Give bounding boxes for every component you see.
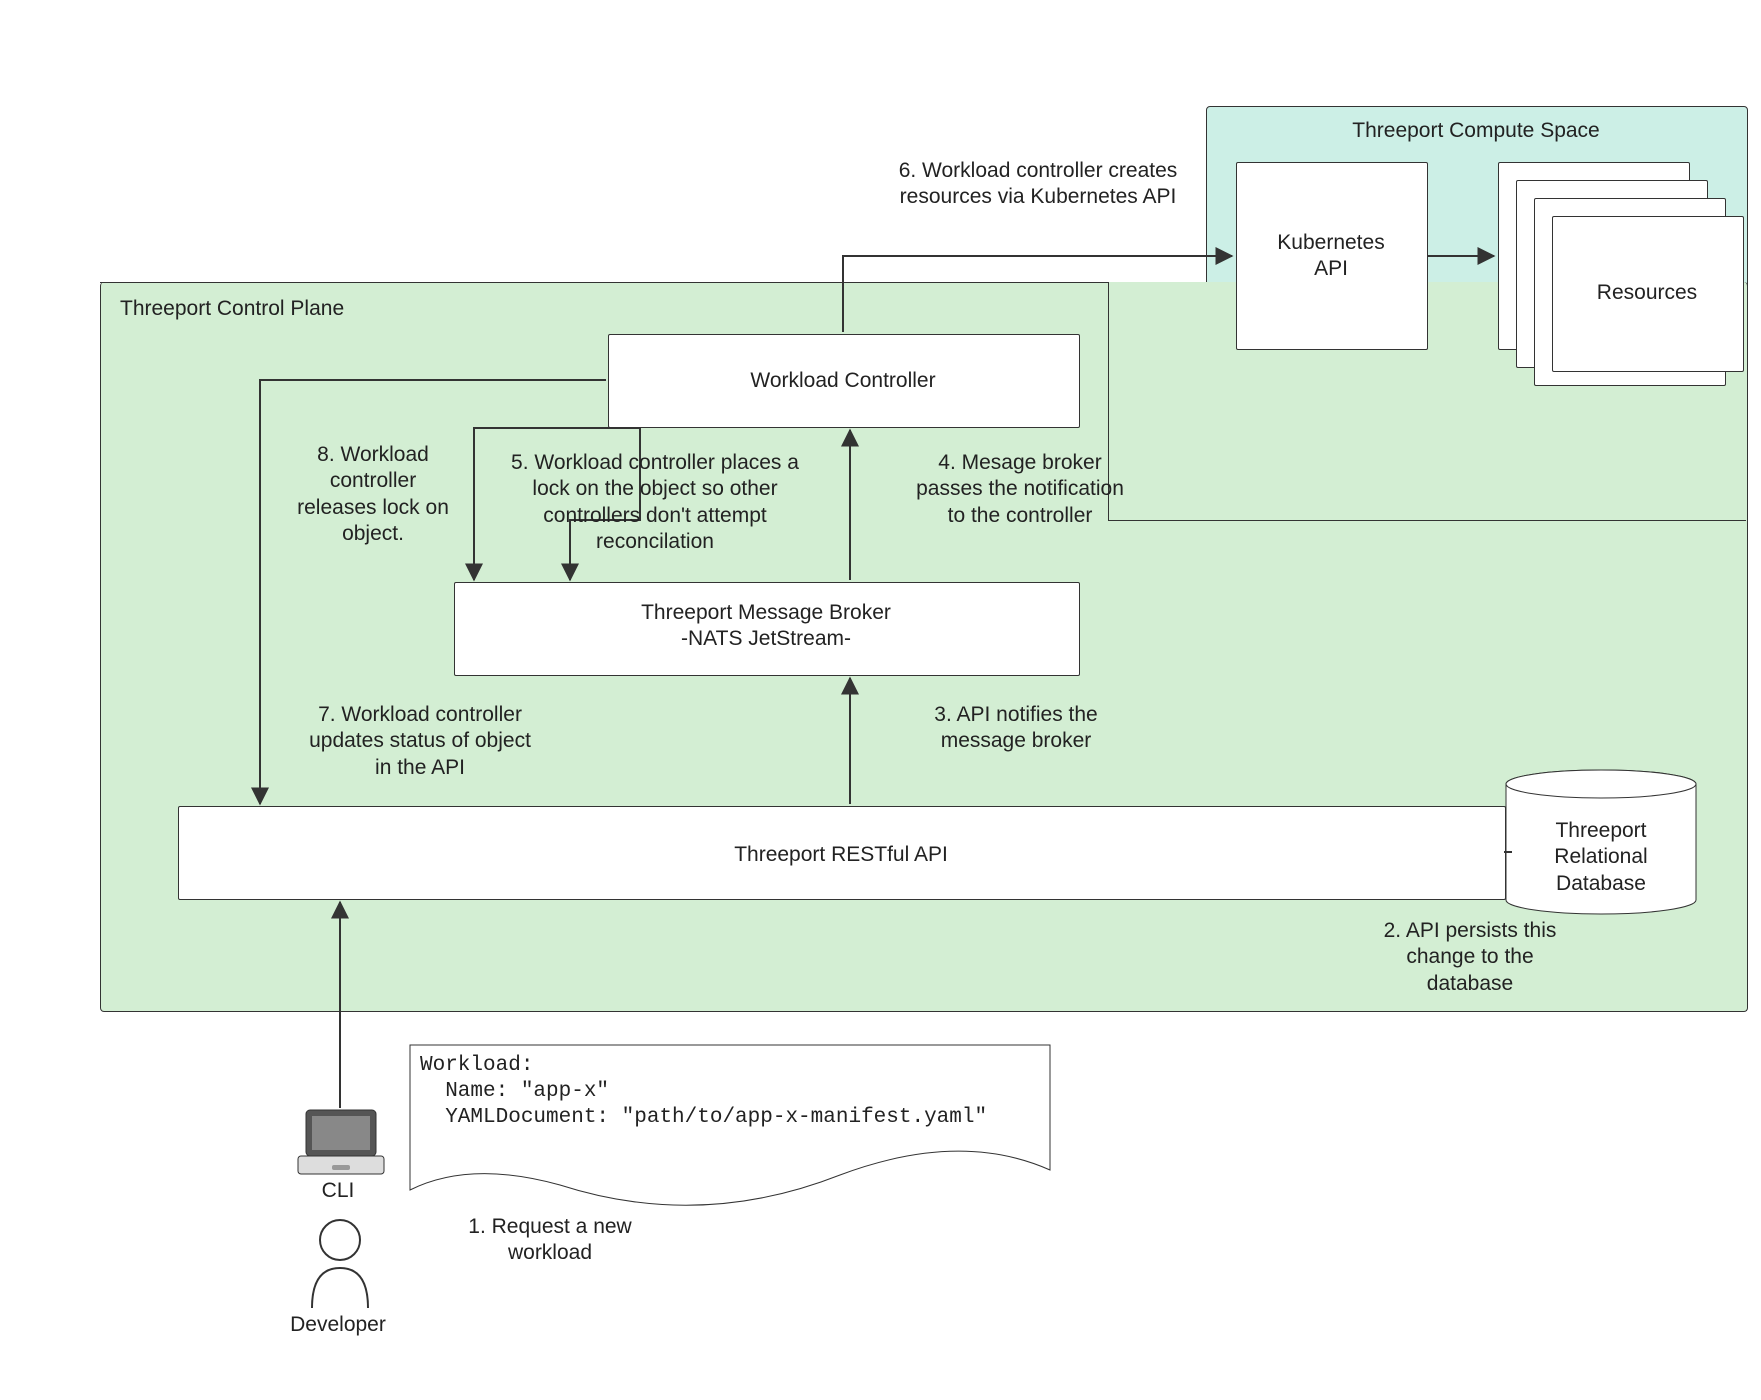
step-5: 5. Workload controller places a lock on … xyxy=(470,450,840,555)
step-1: 1. Request a new workload xyxy=(420,1214,680,1267)
step-7: 7. Workload controller updates status of… xyxy=(260,702,580,781)
step-4: 4. Mesage broker passes the notification… xyxy=(870,450,1170,529)
step-8: 8. Workload controller releases lock on … xyxy=(268,442,478,547)
step-3: 3. API notifies the message broker xyxy=(886,702,1146,755)
step-6: 6. Workload controller creates resources… xyxy=(838,158,1238,211)
step-2: 2. API persists this change to the datab… xyxy=(1320,918,1620,997)
diagram-stage: Threeport Compute Space Threeport Contro… xyxy=(0,0,1761,1400)
